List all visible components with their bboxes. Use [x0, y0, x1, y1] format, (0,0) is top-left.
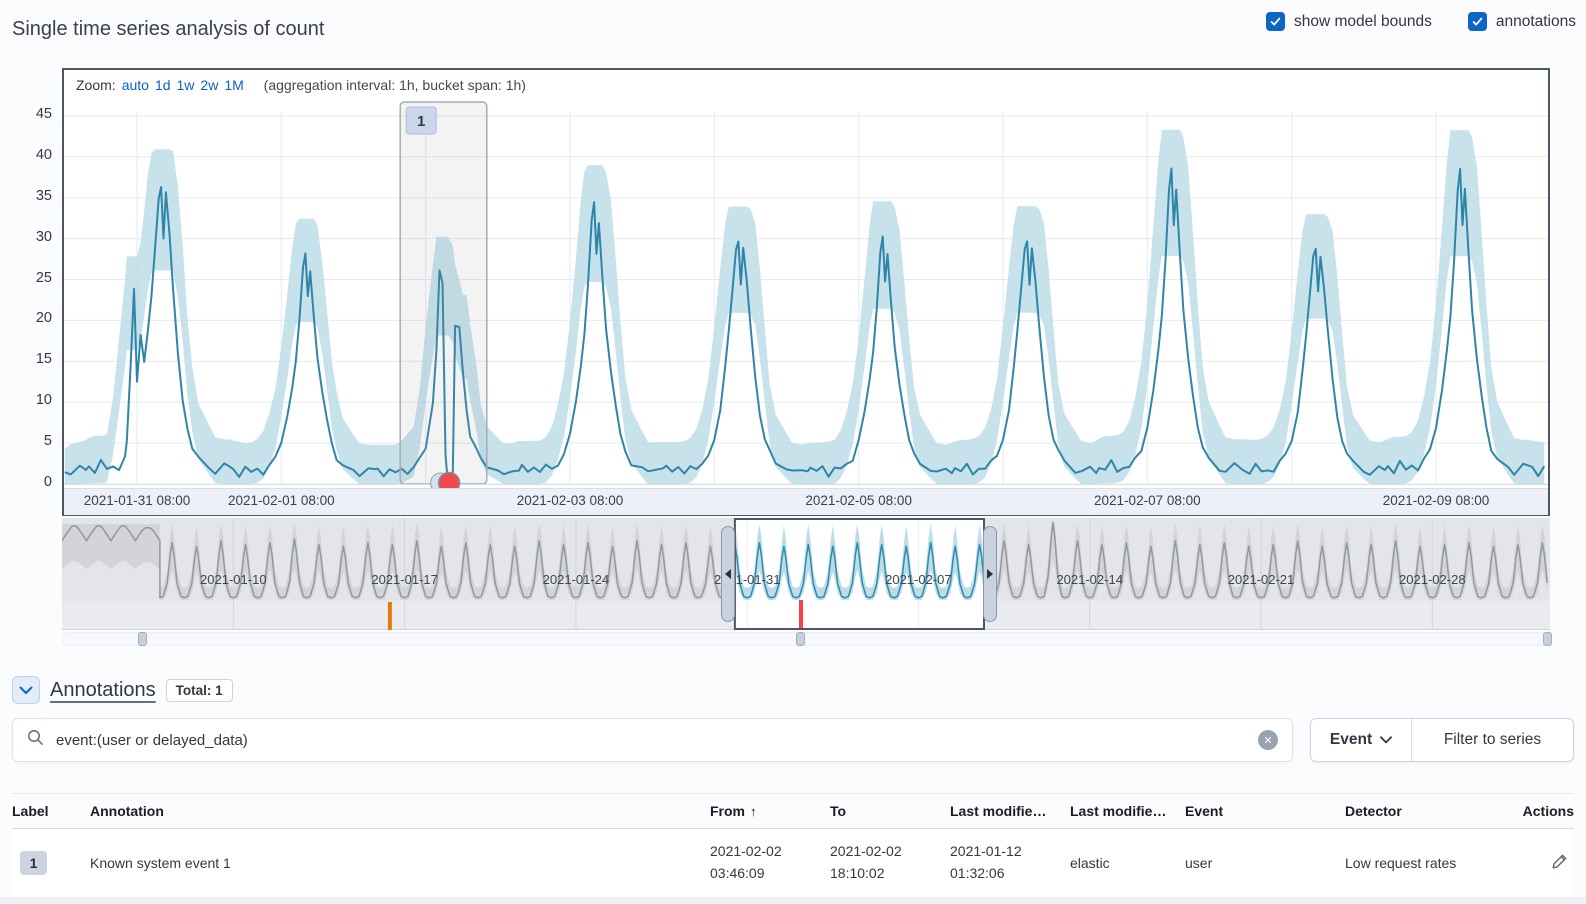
annotations-title: Annotations [50, 679, 156, 702]
cell-event: user [1185, 829, 1345, 897]
chart-options: show model bounds annotations [1266, 12, 1576, 31]
y-axis-label: 40 [0, 147, 52, 163]
page-title: Single time series analysis of count [12, 18, 324, 41]
search-icon [27, 729, 44, 751]
svg-text:2021-01-17: 2021-01-17 [371, 572, 438, 587]
svg-text:2021-01-10: 2021-01-10 [200, 572, 266, 587]
zoom-link-2w[interactable]: 2w [200, 77, 218, 93]
slider-handle-1[interactable] [796, 632, 805, 646]
focus-chart-svg[interactable]: 1 [64, 98, 1548, 488]
column-header-from[interactable]: From↑ [710, 794, 830, 828]
zoom-link-auto[interactable]: auto [122, 77, 149, 93]
context-chart: 2021-01-102021-01-172021-01-242021-01-31… [62, 518, 1550, 630]
zoom-link-1w[interactable]: 1w [177, 77, 195, 93]
focus-chart-y-axis: 45 40 35 30 25 20 15 10 5 0 [0, 96, 52, 488]
cell-detector: Low request rates [1345, 829, 1510, 897]
triangle-left-icon [725, 569, 731, 579]
zoom-label: Zoom: [76, 77, 116, 93]
cell-last-modified-by: elastic [1070, 829, 1185, 897]
svg-text:2021-02-28: 2021-02-28 [1399, 572, 1466, 587]
y-axis-label: 0 [0, 474, 52, 490]
brush-handle-right[interactable] [983, 526, 997, 622]
collapse-annotations-button[interactable] [12, 676, 40, 704]
show-model-bounds-checkbox[interactable]: show model bounds [1266, 12, 1432, 31]
column-header-annotation[interactable]: Annotation [90, 794, 710, 828]
svg-text:1: 1 [417, 113, 425, 130]
x-axis-label: 2021-02-09 08:00 [1383, 493, 1490, 508]
cell-label: 1 [12, 829, 90, 897]
column-header-detector[interactable]: Detector [1345, 794, 1510, 828]
focus-chart-x-axis: 2021-01-31 08:00 2021-02-01 08:00 2021-02-… [64, 488, 1548, 515]
annotations-table-header: Label Annotation From↑ To Last modified … [12, 793, 1574, 829]
y-axis-label: 15 [0, 351, 52, 367]
y-axis-label: 10 [0, 392, 52, 408]
column-header-last-modified-by[interactable]: Last modified by [1070, 794, 1185, 828]
zoom-link-1d[interactable]: 1d [155, 77, 171, 93]
checkbox-checked-icon[interactable] [1266, 12, 1285, 31]
show-model-bounds-label: show model bounds [1294, 13, 1432, 31]
context-chart-svg[interactable]: 2021-01-102021-01-172021-01-242021-01-31… [62, 518, 1550, 630]
clear-search-button[interactable]: ✕ [1258, 730, 1278, 750]
column-header-actions: Actions [1510, 794, 1574, 828]
x-axis-label: 2021-02-01 08:00 [228, 493, 335, 508]
annotations-label: annotations [1496, 13, 1576, 31]
annotations-checkbox[interactable]: annotations [1468, 12, 1576, 31]
y-axis-label: 30 [0, 229, 52, 245]
svg-text:2021-02-14: 2021-02-14 [1056, 572, 1123, 587]
y-axis-label: 20 [0, 310, 52, 326]
annotations-total-badge: Total: 1 [166, 679, 233, 702]
filter-button-group: Event Filter to series [1310, 718, 1574, 762]
event-dropdown-button[interactable]: Event [1311, 719, 1412, 761]
svg-text:2021-01-24: 2021-01-24 [543, 572, 610, 587]
chevron-down-icon [1380, 736, 1392, 744]
slider-handle-0[interactable] [138, 632, 147, 646]
annotations-header: Annotations Total: 1 [12, 676, 233, 704]
sort-ascending-icon: ↑ [750, 804, 757, 819]
timerange-slider[interactable] [62, 632, 1550, 646]
annotations-table: Label Annotation From↑ To Last modified … [12, 793, 1574, 898]
filter-to-series-button[interactable]: Filter to series [1412, 719, 1573, 761]
y-axis-label: 25 [0, 270, 52, 286]
aggregation-note: (aggregation interval: 1h, bucket span: … [264, 77, 526, 93]
annotation-label-badge: 1 [20, 851, 47, 875]
column-header-last-modified-date[interactable]: Last modified date [950, 794, 1070, 828]
x-axis-label: 2021-02-05 08:00 [805, 493, 912, 508]
slider-handle-2[interactable] [1543, 632, 1552, 646]
column-header-label[interactable]: Label [12, 794, 90, 828]
y-axis-label: 45 [0, 106, 52, 122]
checkbox-checked-icon[interactable] [1468, 12, 1487, 31]
search-query-text[interactable]: event:(user or delayed_data) [56, 732, 1246, 749]
zoom-link-1M[interactable]: 1M [224, 77, 243, 93]
zoom-controls: Zoom: auto 1d 1w 2w 1M (aggregation interval:… [64, 70, 1548, 98]
cell-actions [1510, 829, 1574, 897]
focus-chart: Zoom: auto 1d 1w 2w 1M (aggregation interval:… [62, 68, 1550, 516]
table-row: 1 Known system event 1 2021-02-0203:46:0… [12, 829, 1574, 898]
x-axis-label: 2021-01-31 08:00 [84, 493, 191, 508]
cell-last-modified-date: 2021-01-1201:32:06 [950, 829, 1070, 897]
cell-to: 2021-02-0218:10:02 [830, 829, 950, 897]
y-axis-label: 5 [0, 433, 52, 449]
column-header-to[interactable]: To [830, 794, 950, 828]
edit-annotation-button[interactable] [1551, 853, 1568, 873]
column-header-event[interactable]: Event [1185, 794, 1345, 828]
cell-from: 2021-02-0203:46:09 [710, 829, 830, 897]
y-axis-label: 35 [0, 188, 52, 204]
x-axis-label: 2021-02-07 08:00 [1094, 493, 1201, 508]
annotations-filter-bar: event:(user or delayed_data) ✕ Event Fil… [12, 718, 1574, 762]
annotations-search-input[interactable]: event:(user or delayed_data) ✕ [12, 718, 1293, 762]
svg-text:2021-02-21: 2021-02-21 [1228, 572, 1295, 587]
x-axis-label: 2021-02-03 08:00 [517, 493, 624, 508]
cell-annotation: Known system event 1 [90, 829, 710, 897]
triangle-right-icon [987, 569, 993, 579]
single-metric-viewer: Single time series analysis of count sho… [0, 0, 1586, 904]
svg-text:2021-02-07: 2021-02-07 [885, 572, 952, 587]
page-footer [0, 897, 1586, 904]
brush-handle-left[interactable] [721, 526, 735, 622]
